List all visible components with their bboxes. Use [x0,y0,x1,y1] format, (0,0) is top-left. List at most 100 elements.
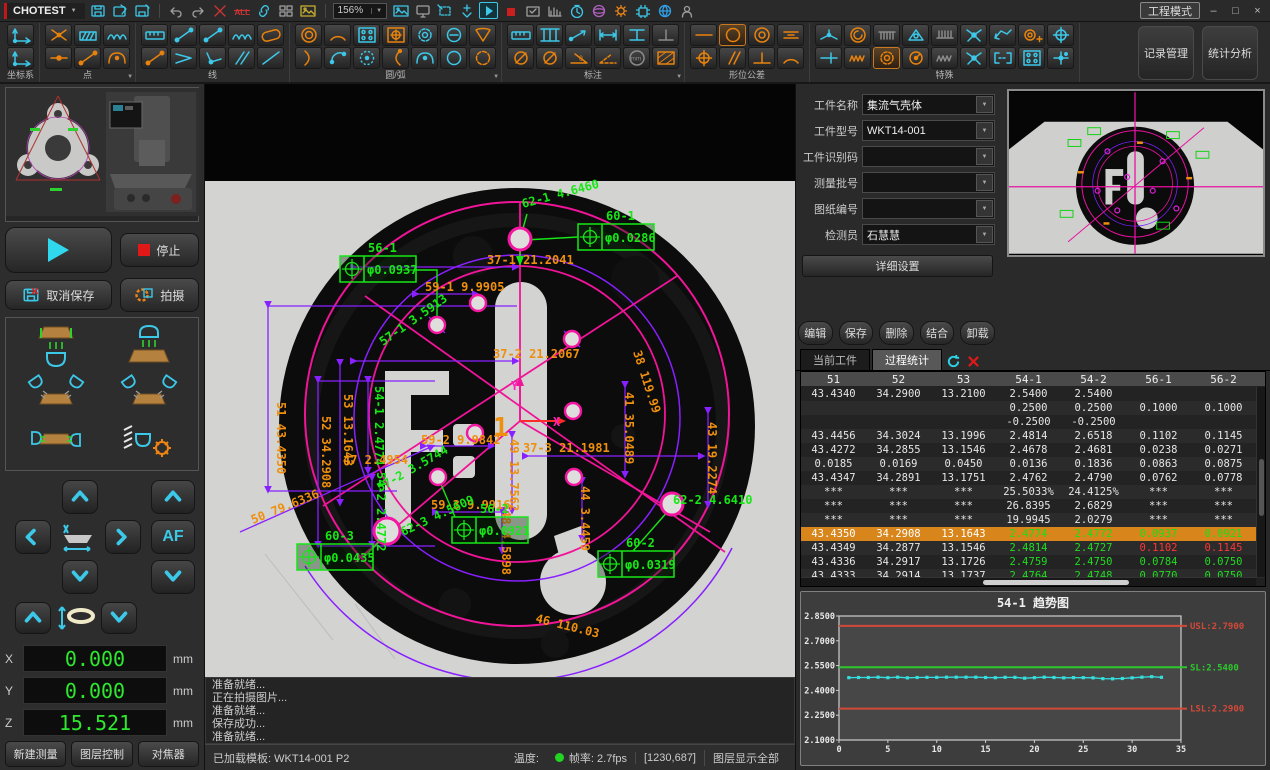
arc-left-icon[interactable] [295,47,322,69]
segment-point-icon[interactable] [74,47,101,69]
timer-icon[interactable] [567,2,586,19]
redo-icon[interactable] [189,2,208,19]
arc-right-icon[interactable] [382,47,409,69]
unload-button[interactable]: 卸载 [960,321,995,345]
results-table[interactable]: 51525354-154-256-156-243.434034.290013.2… [800,371,1266,587]
focuser-button[interactable]: 对焦器 [138,741,199,767]
straightness-icon[interactable] [690,24,717,46]
table-row[interactable]: 0.25000.25000.10000.1000 [801,401,1265,415]
coord-axis-icon[interactable] [7,24,34,46]
table-row[interactable]: 43.434934.287713.15462.48142.47270.11020… [801,541,1265,555]
part-id-select[interactable]: ▼ [862,146,995,167]
engineering-mode-button[interactable]: 工程模式 [1140,2,1200,19]
two-point-line-icon[interactable] [170,24,197,46]
focus-up-button[interactable] [151,480,195,514]
camera-scene[interactable]: 62-1 4.646037-1 21.204159-1 9.990557-1 3… [205,84,795,677]
render-icon[interactable] [589,2,608,19]
concentricity-icon[interactable] [748,24,775,46]
stage-up-button[interactable] [62,480,98,514]
tee-icon[interactable] [815,47,842,69]
delete-button[interactable]: 删除 [879,321,914,345]
radius-icon[interactable] [536,47,563,69]
tab-current-part[interactable]: 当前工件 [800,349,870,370]
measure-box-icon[interactable] [435,2,454,19]
column-header[interactable]: 54-1 [996,372,1061,386]
zoom-up-button[interactable] [15,602,51,634]
slot-circle-icon[interactable] [440,24,467,46]
gear-circle-icon[interactable] [411,24,438,46]
star-probe-2-icon[interactable] [960,47,987,69]
angled-dim-icon[interactable] [565,24,592,46]
app-menu[interactable]: CHOTEST ▼ [4,3,85,19]
open-angle-icon[interactable] [170,47,197,69]
layer-control-button[interactable]: 图层控制 [71,741,132,767]
table-row[interactable]: 43.435034.290813.16432.47742.47720.09370… [801,527,1265,541]
refresh-icon[interactable] [944,353,962,369]
profile-arc-icon[interactable] [777,47,804,69]
live-video-icon[interactable] [479,2,498,19]
column-header[interactable]: 54-2 [1061,372,1126,386]
light-side-left-icon[interactable] [10,371,101,417]
ruler-line-icon[interactable] [141,24,168,46]
column-header[interactable]: 52 [866,372,931,386]
chevron-down-icon[interactable]: ▼ [976,122,993,139]
stage-right-button[interactable] [105,520,141,554]
branch-probe-icon[interactable] [815,24,842,46]
part-name-select[interactable]: 集流气壳体 ▼ [862,94,995,115]
message-log[interactable]: 准备就绪...正在拍摄图片...准备就绪...保存成功...准备就绪... [205,677,795,744]
coil-icon[interactable] [844,24,871,46]
zoom-down-button[interactable] [101,602,137,634]
roundness-icon[interactable] [719,24,746,46]
language-icon[interactable] [655,2,674,19]
capsule-line-icon[interactable] [257,24,284,46]
dotted-circle-icon[interactable] [353,47,380,69]
roi-icon[interactable] [523,2,542,19]
hatch-area-icon[interactable] [652,47,679,69]
angle-dash-icon[interactable] [594,47,621,69]
delete-all-icon[interactable]: ALL [233,2,252,19]
table-row[interactable]: *********26.83952.6829****** [801,499,1265,513]
settings-icon[interactable] [611,2,630,19]
horizontal-scrollbar[interactable] [801,577,1256,586]
cancel-save-button[interactable]: 取消保存 [5,280,112,310]
capture-button[interactable]: 拍摄 [120,278,199,312]
stop-button[interactable]: 停止 [120,233,199,267]
mm-unit-icon[interactable]: mm [623,47,650,69]
grid-box-icon[interactable] [1018,47,1045,69]
wave-point-icon[interactable] [103,24,130,46]
parallelism-icon[interactable] [719,47,746,69]
chevron-down-icon[interactable]: ▼ [976,148,993,165]
angle-theta-icon[interactable]: θ [565,47,592,69]
wave-line-icon[interactable] [228,24,255,46]
triangle-probe-icon[interactable] [902,24,929,46]
run-button[interactable] [5,227,112,273]
vertex-line-icon[interactable] [199,47,226,69]
column-header[interactable]: 56-2 [1191,372,1256,386]
symmetry-icon[interactable] [777,24,804,46]
target-plus-icon[interactable] [1047,24,1074,46]
stage-left-button[interactable] [15,520,51,554]
diagonal-line-icon[interactable] [257,47,284,69]
poly-arrow-icon[interactable] [989,24,1016,46]
table-row[interactable]: 0.01850.01690.04500.01360.18360.08630.08… [801,457,1265,471]
ruler-dim-icon[interactable] [507,24,534,46]
cross-dot-icon[interactable] [1047,47,1074,69]
probe-icon[interactable] [457,2,476,19]
circle-grid-icon[interactable] [353,24,380,46]
save-button[interactable]: 保存 [839,321,874,345]
vertical-dist-icon[interactable] [623,24,650,46]
drawing-number-select[interactable]: ▼ [862,198,995,219]
diameter-icon[interactable] [507,47,534,69]
statistics-button[interactable]: 统计分析 [1202,26,1258,80]
mid-point-icon[interactable] [45,47,72,69]
new-measure-button[interactable]: 新建测量 [5,741,66,767]
gauge-icon[interactable] [902,47,929,69]
perpendicularity-icon[interactable] [748,47,775,69]
drop-icon[interactable] [469,24,496,46]
chevron-down-icon[interactable]: ▼ [976,226,993,243]
star-probe-icon[interactable] [960,24,987,46]
edit-save-icon[interactable] [111,2,130,19]
undo-icon[interactable] [167,2,186,19]
table-row[interactable]: *********19.99452.0279****** [801,513,1265,527]
trend-chart[interactable]: 2.85002.70002.55002.40002.25002.10000510… [801,612,1266,766]
